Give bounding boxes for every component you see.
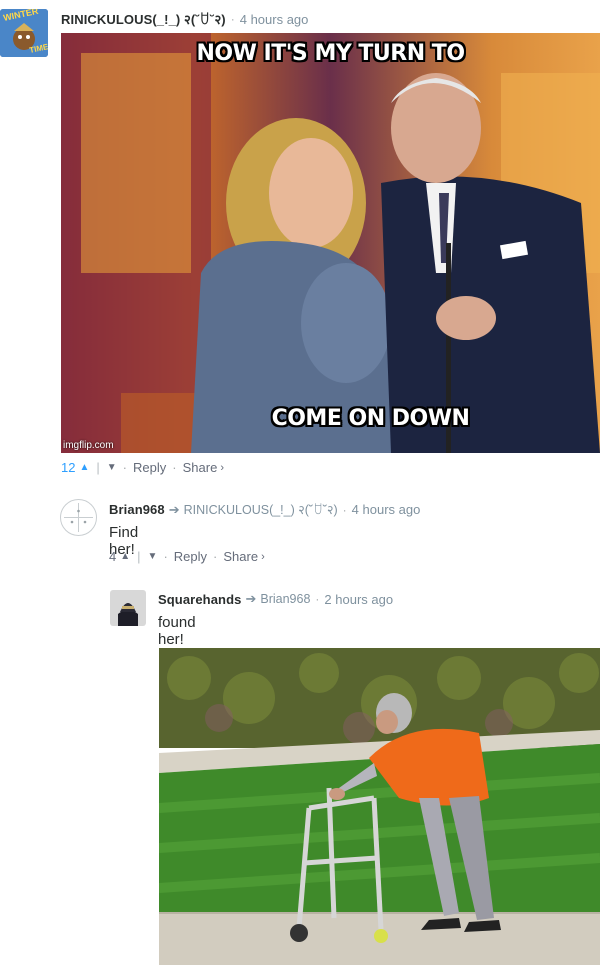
- parent-author-link[interactable]: Brian968: [260, 592, 310, 606]
- reply-arrow-icon: ➔: [245, 591, 257, 606]
- separator-dot: ·: [342, 502, 347, 517]
- parent-author-link[interactable]: RINICKULOUS(_!_) २(˘ꇴ˘२): [184, 501, 338, 518]
- chevron-down-icon[interactable]: ▼: [148, 551, 158, 562]
- comment-header: Brian968 ➔ RINICKULOUS(_!_) २(˘ꇴ˘२) · 4 …: [109, 501, 420, 518]
- comment-footer: 4 ▲ | ▼ · Reply · Share ›: [109, 549, 265, 564]
- comment-header: RINICKULOUS(_!_) २(˘ꇴ˘२) · 4 hours ago: [61, 10, 308, 28]
- attached-photo[interactable]: [159, 648, 600, 965]
- avatar-image: WINTER TIME: [0, 9, 48, 57]
- photo-image: [159, 648, 600, 965]
- vote-count: 12: [61, 460, 76, 475]
- meme-photo: [61, 33, 600, 453]
- comment-body: found her!: [158, 614, 196, 648]
- chevron-up-icon[interactable]: ▲: [79, 462, 89, 473]
- chevron-right-icon: ›: [261, 550, 265, 563]
- reply-button[interactable]: Reply: [133, 460, 166, 475]
- vote-count: 4: [109, 549, 117, 564]
- author-name[interactable]: Squarehands: [158, 592, 241, 607]
- separator-dot: ·: [315, 592, 320, 606]
- meme-image[interactable]: NOW IT'S MY TURN TO COME ON DOWN imgflip…: [61, 33, 600, 453]
- chevron-right-icon: ›: [220, 461, 224, 474]
- chevron-down-icon[interactable]: ▼: [107, 462, 117, 473]
- separator-dot: ·: [172, 460, 177, 475]
- vote-divider: |: [137, 549, 141, 564]
- reply-arrow-icon: ➔: [168, 501, 180, 517]
- default-avatar-icon: [64, 503, 93, 532]
- reply-button[interactable]: Reply: [174, 549, 207, 564]
- meme-watermark: imgflip.com: [63, 440, 114, 451]
- separator-dot: ·: [230, 12, 235, 26]
- timestamp[interactable]: 4 hours ago: [240, 12, 309, 27]
- avatar[interactable]: [60, 499, 97, 536]
- vote-divider: |: [96, 460, 100, 475]
- separator-dot: ·: [163, 549, 168, 564]
- comment-header: Squarehands ➔ Brian968 · 2 hours ago: [158, 591, 393, 607]
- separator-dot: ·: [122, 460, 128, 475]
- avatar[interactable]: WINTER TIME: [0, 9, 48, 57]
- author-name[interactable]: Brian968: [109, 502, 165, 517]
- avatar[interactable]: [110, 590, 146, 626]
- comment-footer: 12 ▲ | ▼ · Reply · Share ›: [61, 460, 224, 475]
- timestamp[interactable]: 2 hours ago: [324, 592, 393, 607]
- author-name[interactable]: RINICKULOUS(_!_) २(˘ꇴ˘२): [61, 10, 226, 28]
- meme-top-text: NOW IT'S MY TURN TO: [196, 41, 465, 66]
- chevron-up-icon[interactable]: ▲: [120, 551, 130, 562]
- timestamp[interactable]: 4 hours ago: [352, 502, 421, 517]
- separator-dot: ·: [213, 549, 218, 564]
- share-button[interactable]: Share: [183, 460, 218, 475]
- meme-bottom-text: COME ON DOWN: [271, 406, 470, 431]
- share-button[interactable]: Share: [223, 549, 258, 564]
- avatar-image: [110, 590, 146, 626]
